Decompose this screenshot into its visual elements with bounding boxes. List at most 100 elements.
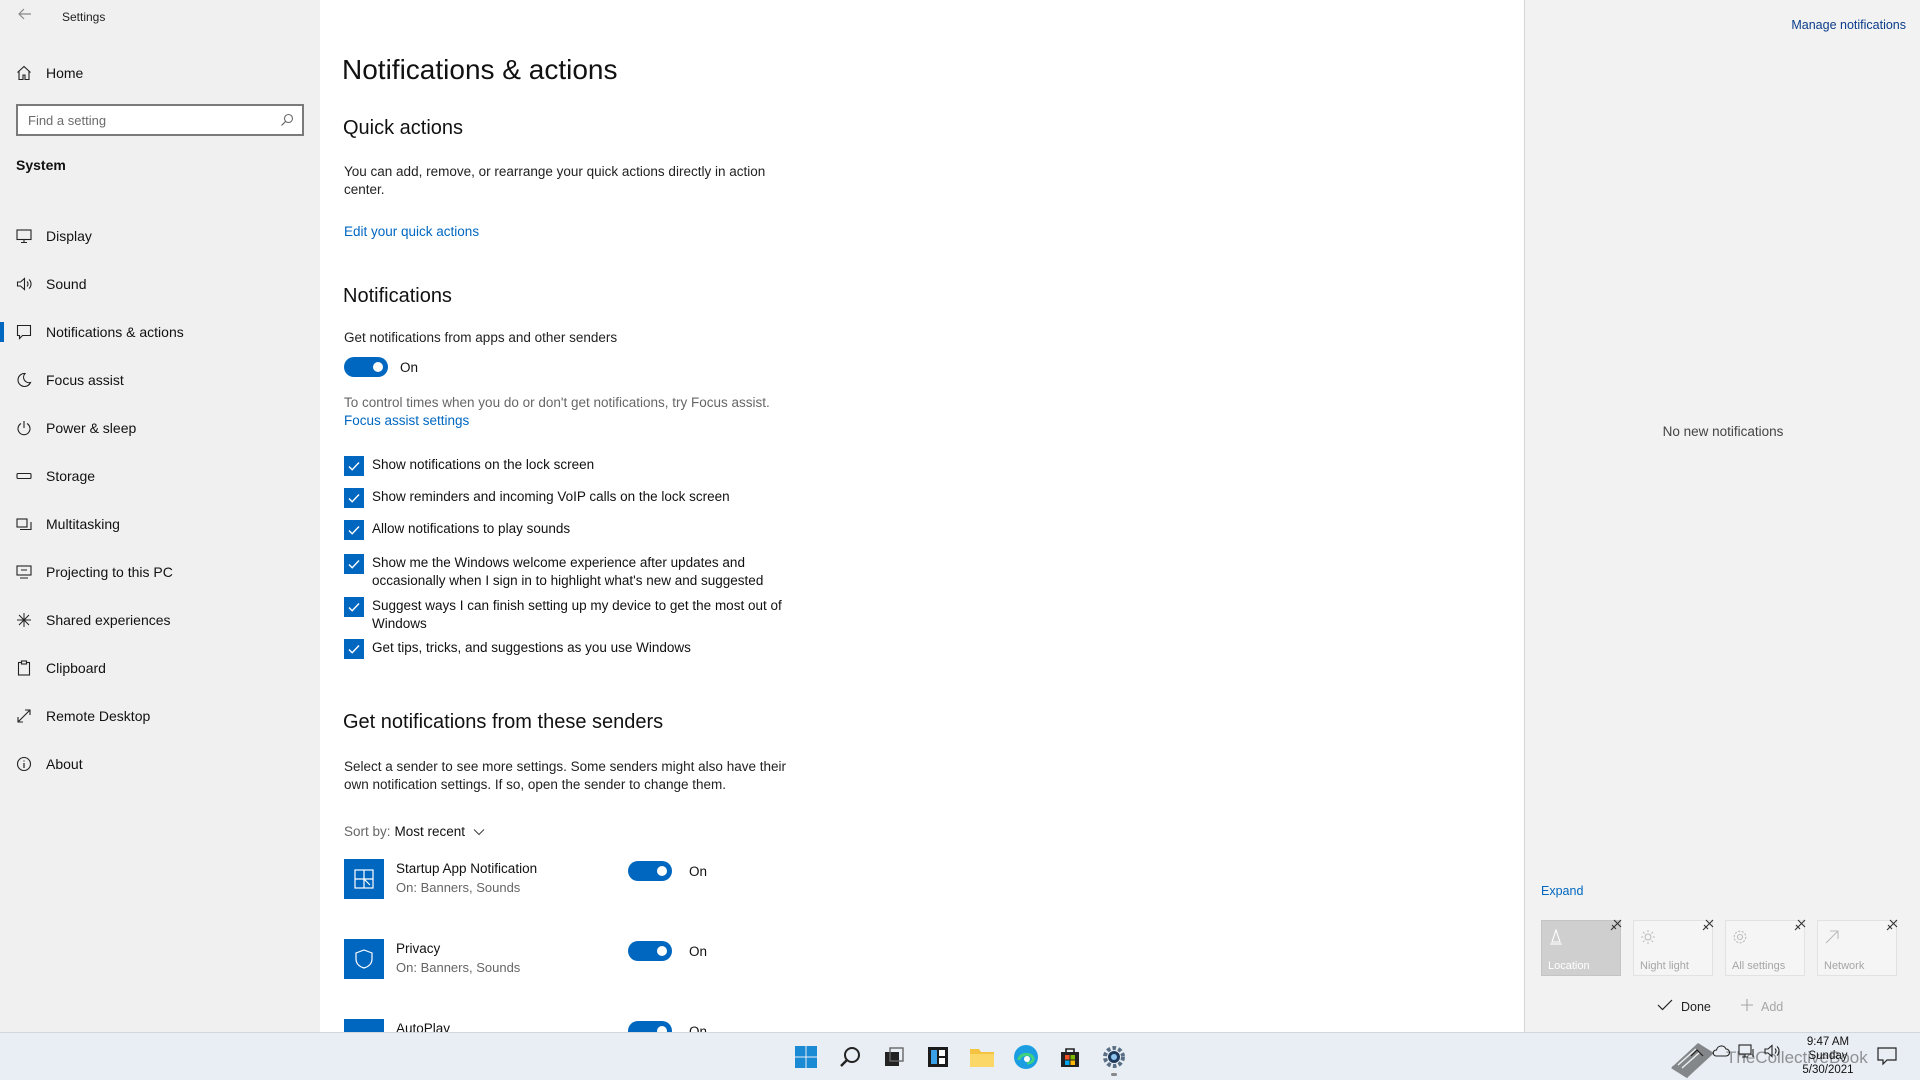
title-bar: Settings xyxy=(0,0,320,34)
sidebar-item-notifications[interactable]: Notifications & actions xyxy=(0,308,320,356)
monitor-icon xyxy=(14,226,34,246)
sidebar-item-shared-experiences[interactable]: Shared experiences xyxy=(0,596,320,644)
sender-row[interactable]: Privacy On: Banners, Sounds On xyxy=(344,939,764,981)
checkbox-row-welcome[interactable]: Show me the Windows welcome experience a… xyxy=(344,554,814,590)
focus-assist-settings-link[interactable]: Focus assist settings xyxy=(344,413,469,428)
sidebar-item-label: Power & sleep xyxy=(46,420,137,436)
network-icon[interactable] xyxy=(1738,1043,1756,1064)
quick-actions-description: You can add, remove, or rearrange your q… xyxy=(344,164,766,197)
sidebar-item-sound[interactable]: Sound xyxy=(0,260,320,308)
checkbox[interactable] xyxy=(344,488,364,508)
network-icon xyxy=(1824,929,1840,945)
sidebar-item-about[interactable]: About xyxy=(0,740,320,788)
unpin-icon[interactable] xyxy=(1792,917,1808,933)
sidebar-item-power-sleep[interactable]: Power & sleep xyxy=(0,404,320,452)
sender-row[interactable]: AutoPlay On xyxy=(344,1019,764,1032)
toggle-state-label: On xyxy=(400,360,419,375)
sidebar-item-storage[interactable]: Storage xyxy=(0,452,320,500)
edge-browser-icon[interactable] xyxy=(1010,1041,1042,1073)
system-tray xyxy=(1690,1043,1782,1064)
chevron-up-icon[interactable] xyxy=(1690,1045,1704,1063)
checkbox[interactable] xyxy=(344,456,364,476)
sidebar-item-home[interactable]: Home xyxy=(0,60,320,86)
search-icon[interactable] xyxy=(834,1041,866,1073)
speaker-icon xyxy=(14,274,34,294)
projector-icon xyxy=(14,562,34,582)
unpin-icon[interactable] xyxy=(1608,917,1624,933)
sidebar-item-remote-desktop[interactable]: Remote Desktop xyxy=(0,692,320,740)
toggle-knob xyxy=(373,362,383,372)
checkbox[interactable] xyxy=(344,639,364,659)
windows-start-icon[interactable] xyxy=(790,1041,822,1073)
manage-notifications-link[interactable]: Manage notifications xyxy=(1791,18,1906,32)
sidebar-item-label: Clipboard xyxy=(46,660,106,676)
checkbox-row-sounds[interactable]: Allow notifications to play sounds xyxy=(344,520,814,540)
edit-quick-actions-link[interactable]: Edit your quick actions xyxy=(344,224,479,239)
quick-action-tiles: Location Night light All settings Networ… xyxy=(1541,917,1900,976)
sender-toggle[interactable] xyxy=(628,941,672,961)
power-icon xyxy=(14,418,34,438)
sidebar-item-focus-assist[interactable]: Focus assist xyxy=(0,356,320,404)
search-box xyxy=(16,104,304,136)
cloud-icon[interactable] xyxy=(1712,1044,1731,1063)
sender-toggle[interactable] xyxy=(628,1021,672,1032)
unpin-icon[interactable] xyxy=(1700,917,1716,933)
sidebar-item-projecting[interactable]: Projecting to this PC xyxy=(0,548,320,596)
checkbox-label: Allow notifications to play sounds xyxy=(372,521,571,536)
sidebar-item-label: Remote Desktop xyxy=(46,708,151,724)
back-arrow-icon[interactable] xyxy=(14,6,36,28)
sender-toggle[interactable] xyxy=(628,861,672,881)
done-button[interactable]: Done xyxy=(1657,999,1711,1014)
sender-toggle-state: On xyxy=(689,1024,708,1032)
no-notifications-text: No new notifications xyxy=(1662,424,1784,439)
checkbox-row-tips[interactable]: Get tips, tricks, and suggestions as you… xyxy=(344,639,814,659)
settings-gear-icon[interactable] xyxy=(1098,1041,1130,1076)
clock-time: 9:47 AM xyxy=(1806,1036,1850,1048)
quick-action-all-settings[interactable]: All settings xyxy=(1725,917,1808,976)
done-label: Done xyxy=(1681,999,1711,1014)
sort-dropdown[interactable]: Sort by: Most recent xyxy=(344,824,485,839)
startup-app-icon xyxy=(344,859,384,899)
storage-icon xyxy=(14,466,34,486)
add-button[interactable]: Add xyxy=(1741,999,1783,1014)
focus-assist-text: To control times when you do or don't ge… xyxy=(344,395,770,410)
task-view-icon[interactable] xyxy=(878,1041,910,1073)
expand-link[interactable]: Expand xyxy=(1541,884,1583,898)
home-icon xyxy=(14,63,34,83)
toggle-knob xyxy=(657,946,667,956)
volume-icon[interactable] xyxy=(1764,1043,1782,1064)
checkbox-row-lock-screen[interactable]: Show notifications on the lock screen xyxy=(344,456,814,476)
clock-date: 5/30/2021 xyxy=(1802,1064,1854,1076)
widgets-icon[interactable] xyxy=(922,1041,954,1073)
sidebar-item-display[interactable]: Display xyxy=(0,212,320,260)
checkbox-label: Get tips, tricks, and suggestions as you… xyxy=(372,640,691,655)
checkbox[interactable] xyxy=(344,597,364,617)
get-notifications-toggle[interactable] xyxy=(344,357,388,377)
sort-value: Most recent xyxy=(394,824,466,839)
search-input[interactable] xyxy=(18,106,268,134)
store-icon[interactable] xyxy=(1054,1041,1086,1073)
checkbox-row-voip[interactable]: Show reminders and incoming VoIP calls o… xyxy=(344,488,814,508)
file-explorer-icon[interactable] xyxy=(966,1041,998,1073)
checkbox[interactable] xyxy=(344,520,364,540)
autoplay-icon xyxy=(344,1019,384,1032)
quick-action-night-light[interactable]: Night light xyxy=(1633,917,1716,976)
quick-action-network[interactable]: Network xyxy=(1817,917,1900,976)
sidebar-nav: Display Sound Notifications & actions Fo… xyxy=(0,212,320,788)
notification-center-icon[interactable] xyxy=(1876,1045,1898,1067)
search-icon[interactable] xyxy=(280,113,294,127)
info-icon xyxy=(14,754,34,774)
unpin-icon[interactable] xyxy=(1884,917,1900,933)
checkbox[interactable] xyxy=(344,554,364,574)
sidebar-item-label: Sound xyxy=(46,276,87,292)
shield-icon xyxy=(344,939,384,979)
sender-row[interactable]: Startup App Notification On: Banners, So… xyxy=(344,859,764,901)
sidebar-item-multitasking[interactable]: Multitasking xyxy=(0,500,320,548)
checkbox-row-setup[interactable]: Suggest ways I can finish setting up my … xyxy=(344,597,814,633)
taskbar-clock[interactable]: 9:47 AM Sunday 5/30/2021 xyxy=(1788,1035,1868,1077)
sidebar-item-clipboard[interactable]: Clipboard xyxy=(0,644,320,692)
quick-action-location[interactable]: Location xyxy=(1541,917,1624,976)
checkmark-icon xyxy=(1657,999,1673,1014)
page-title: Notifications & actions xyxy=(342,54,618,85)
sidebar-item-label: Home xyxy=(46,65,84,81)
